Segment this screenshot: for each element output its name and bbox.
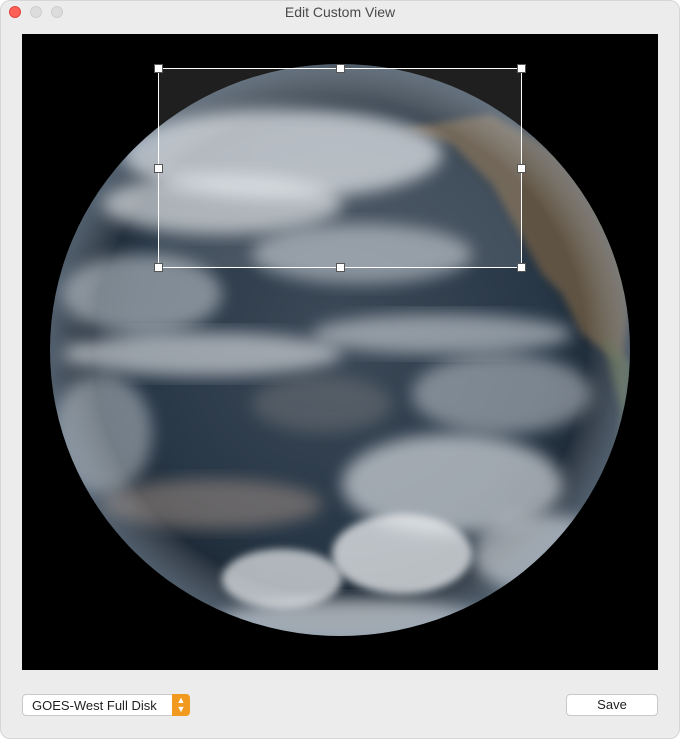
resize-handle-left[interactable] xyxy=(154,164,163,173)
selection-rectangle[interactable] xyxy=(154,64,526,272)
save-button[interactable]: Save xyxy=(566,694,658,716)
resize-handle-bottom[interactable] xyxy=(336,263,345,272)
resize-handle-right[interactable] xyxy=(517,164,526,173)
resize-handle-bottom-left[interactable] xyxy=(154,263,163,272)
image-source-selected: GOES-West Full Disk xyxy=(32,698,157,713)
bottom-bar: GOES-West Full Disk ▲ ▼ Save xyxy=(0,684,680,728)
resize-handle-top[interactable] xyxy=(336,64,345,73)
title-bar: Edit Custom View xyxy=(0,0,680,24)
satellite-image-viewport[interactable] xyxy=(22,34,658,670)
resize-handle-top-right[interactable] xyxy=(517,64,526,73)
chevron-up-down-icon[interactable]: ▲ ▼ xyxy=(172,694,190,716)
window-title: Edit Custom View xyxy=(284,4,396,20)
resize-handle-top-left[interactable] xyxy=(154,64,163,73)
image-source-popup[interactable]: GOES-West Full Disk ▲ ▼ xyxy=(22,694,190,716)
edit-custom-view-window: Edit Custom View GOES-West Full Disk ▲ ▼… xyxy=(0,0,680,739)
resize-handle-bottom-right[interactable] xyxy=(517,263,526,272)
